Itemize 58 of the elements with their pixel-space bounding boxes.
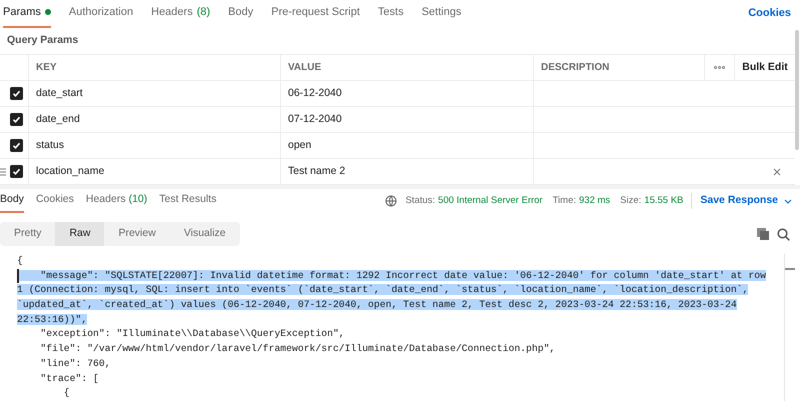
tab[interactable]: Test Results — [159, 189, 216, 213]
status-value: 932 ms — [579, 194, 610, 208]
code-line: "file": "/var/www/html/vendor/laravel/framework/src/Illuminate/Database/Connection.php", — [39, 343, 556, 354]
table-cell-text: 07-12-2040 — [288, 112, 342, 127]
more-icon[interactable] — [714, 66, 725, 69]
copy-icon[interactable] — [757, 228, 769, 240]
status-label: Time: — [552, 194, 576, 208]
checkbox[interactable] — [10, 87, 23, 100]
code-line: "exception": "Illuminate\\Database\\QueryException", — [39, 328, 345, 340]
globe-icon[interactable] — [385, 195, 398, 207]
checkbox[interactable] — [10, 165, 23, 178]
checkmark-icon — [12, 167, 21, 176]
scrollbar[interactable] — [795, 30, 799, 150]
save-response-button[interactable]: Save Response — [700, 193, 792, 209]
section-title: Query Params — [6, 33, 80, 48]
code-line: "trace": [ — [39, 372, 99, 384]
status-value: 500 Internal Server Error — [438, 194, 543, 208]
table-cell-text: date_end — [36, 112, 80, 127]
search-icon[interactable] — [777, 228, 790, 240]
table-cell-text: location_name — [36, 164, 104, 179]
column-header: DESCRIPTION — [541, 61, 610, 75]
status-value: 15.55 KB — [644, 194, 684, 208]
view-mode-tab[interactable]: Preview — [104, 222, 170, 246]
table-cell-text: Test name 2 — [288, 164, 346, 179]
tab[interactable]: Headers (10) — [86, 189, 148, 213]
drag-handle-icon[interactable] — [0, 168, 6, 176]
column-header: VALUE — [288, 61, 322, 75]
view-mode-tab[interactable]: Pretty — [0, 222, 56, 246]
table-cell-text: status — [36, 138, 64, 153]
table-cell-text: 06-12-2040 — [288, 86, 342, 101]
tab[interactable]: Settings — [422, 4, 462, 28]
checkmark-icon — [12, 141, 21, 150]
view-mode-tab[interactable]: Visualize — [170, 222, 240, 246]
tab[interactable]: Headers (8) — [151, 4, 210, 28]
status-label: Size: — [620, 194, 642, 208]
tab[interactable]: Pre-request Script — [271, 4, 360, 28]
checkbox[interactable] — [10, 139, 23, 152]
table-cell-text: open — [288, 138, 312, 153]
tab[interactable]: Body — [0, 189, 24, 213]
tab[interactable]: Cookies — [36, 189, 74, 213]
code-line: { — [17, 255, 23, 266]
checkmark-icon — [12, 89, 21, 98]
view-mode-tab[interactable]: Raw — [55, 222, 104, 246]
cookies-link[interactable]: Cookies — [748, 4, 791, 21]
column-header: KEY — [36, 61, 57, 75]
tab[interactable]: Params — [3, 4, 51, 28]
bulk-edit-button[interactable]: Bulk Edit — [742, 60, 788, 76]
close-icon[interactable] — [773, 168, 781, 176]
tab[interactable]: Tests — [378, 4, 404, 28]
checkmark-icon — [12, 115, 21, 124]
table-cell-text: date_start — [36, 86, 83, 101]
tab[interactable]: Authorization — [68, 4, 134, 28]
tab[interactable]: Body — [228, 4, 254, 28]
code-line: { — [62, 387, 70, 398]
caret-icon — [784, 198, 792, 204]
code-line: "line": 760, — [39, 358, 111, 369]
checkbox[interactable] — [10, 113, 23, 126]
status-label: Status: — [405, 194, 436, 208]
